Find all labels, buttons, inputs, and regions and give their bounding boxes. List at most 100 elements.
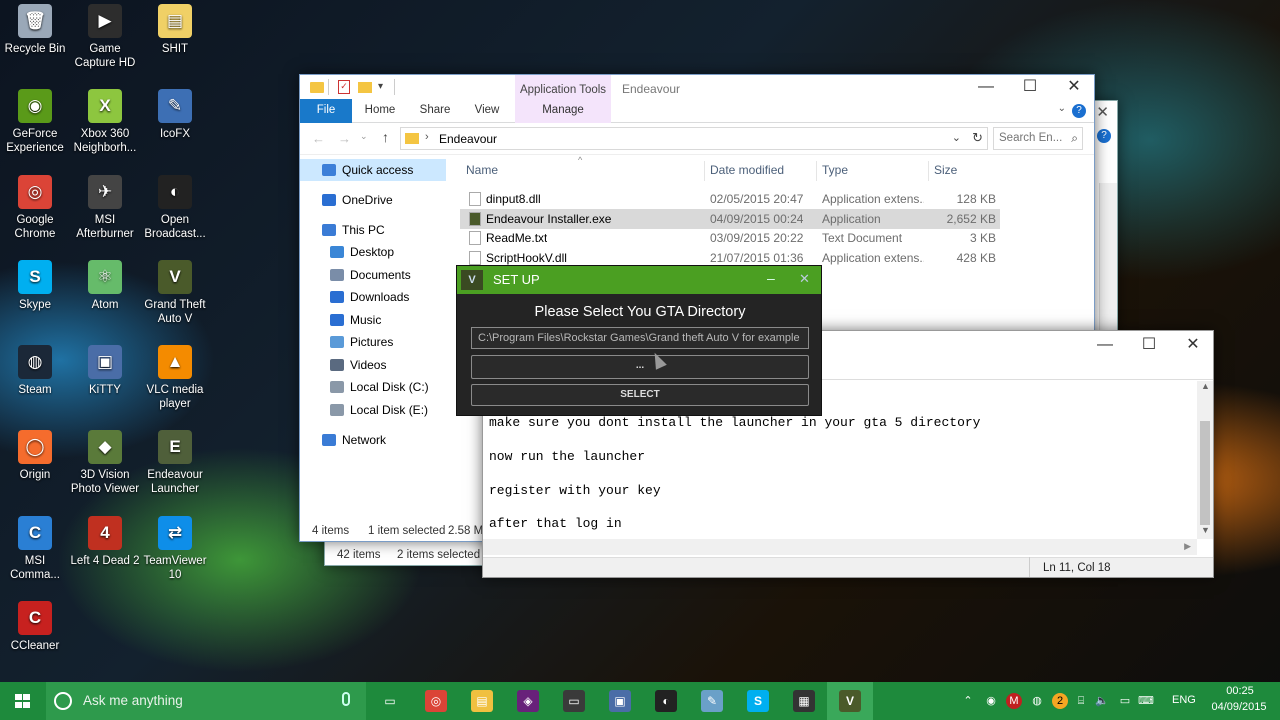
gta-icon[interactable]: V (839, 690, 861, 712)
breadcrumb[interactable]: Endeavour (439, 132, 497, 146)
desktop-icon[interactable]: ▲ VLC media player (140, 345, 210, 411)
directory-path-field[interactable] (471, 327, 809, 349)
help-icon[interactable]: ? (1097, 129, 1111, 143)
notepad-text-area[interactable]: make sure you dont install the launcher … (489, 415, 1189, 536)
circle-app-icon[interactable]: ◉ (983, 693, 999, 709)
desktop-icon[interactable]: ◆ 3D Vision Photo Viewer (70, 430, 140, 496)
setup-dialog[interactable]: V SET UP – ✕ Please Select You GTA Direc… (456, 265, 822, 416)
obs-icon[interactable]: ◐ (655, 690, 677, 712)
keyboard-icon[interactable]: ⌨ (1138, 693, 1154, 709)
desktop-icon[interactable]: ▣ KiTTY (70, 345, 140, 397)
search-box[interactable]: ⌕ (993, 127, 1083, 150)
desktop-icon[interactable]: X Xbox 360 Neighborh... (70, 89, 140, 155)
up-arrow-icon[interactable]: ↑ (382, 129, 389, 145)
select-button[interactable]: SELECT (471, 384, 809, 406)
action-center-icon[interactable]: ▭ (1117, 693, 1133, 709)
desktop-icon[interactable]: ⇄ TeamViewer 10 (140, 516, 210, 582)
network-tray-icon[interactable]: ⌸ (1073, 693, 1089, 709)
notepad-icon[interactable]: ✎ (701, 690, 723, 712)
setup-title-bar[interactable]: V SET UP – ✕ (457, 266, 821, 294)
column-type[interactable]: Type (822, 157, 848, 183)
desktop-icon[interactable]: ✈ MSI Afterburner (70, 175, 140, 241)
desktop-icon[interactable]: 🗑 Recycle Bin (0, 4, 70, 56)
tab-manage[interactable]: Manage (515, 99, 611, 123)
search-input[interactable] (994, 128, 1064, 148)
application-icon (469, 211, 481, 226)
network-app-icon[interactable]: ▣ (609, 690, 631, 712)
close-button[interactable]: ✕ (1171, 331, 1215, 361)
address-dropdown-icon[interactable]: ⌄ (952, 131, 961, 144)
column-date-modified[interactable]: Date modified (710, 157, 784, 183)
minimize-button[interactable]: — (1083, 331, 1127, 361)
file-explorer-icon[interactable]: ▤ (471, 690, 493, 712)
forward-arrow-icon[interactable]: → (338, 131, 351, 146)
language-indicator[interactable]: ENG (1172, 694, 1196, 706)
red-app-icon[interactable]: M (1006, 693, 1022, 709)
desktop-icon[interactable]: C MSI Comma... (0, 516, 70, 582)
notification-badge-icon[interactable]: 2 (1052, 693, 1068, 709)
close-button[interactable]: ✕ (799, 271, 810, 287)
recent-locations-icon[interactable]: ⌄ (360, 131, 368, 142)
file-date: 04/09/2015 00:24 (710, 211, 804, 226)
desktop-icon[interactable]: ◐ Open Broadcast... (140, 175, 210, 241)
browse-button[interactable]: ... (471, 355, 809, 379)
desktop-icon[interactable]: C CCleaner (0, 601, 70, 653)
desktop-icon[interactable]: ◉ GeForce Experience (0, 89, 70, 155)
maximize-button[interactable]: ☐ (1127, 331, 1171, 361)
tab-file[interactable]: File (300, 99, 352, 123)
file-row[interactable]: Endeavour Installer.exe 04/09/2015 00:24 A… (460, 208, 1000, 229)
film-icon[interactable]: ▦ (793, 690, 815, 712)
start-button[interactable] (0, 682, 46, 720)
desktop-icon[interactable]: S Skype (0, 260, 70, 312)
scroll-right-icon[interactable]: ▶ (1184, 541, 1191, 552)
desktop-icon[interactable]: V Grand Theft Auto V (140, 260, 210, 326)
chrome-icon[interactable]: ◎ (425, 690, 447, 712)
clock-time[interactable]: 00:25 (1210, 685, 1270, 697)
desktop-icon-label: Skype (19, 299, 51, 311)
taskbar: Ask me anything ▭ ◎ ▤ ◈ ▭ ▣ ◐ ✎ S ▦ V ⌃ ◉ M ◍ 2 ⌸ … (0, 682, 1280, 720)
desktop-icon[interactable]: ✎ IcoFX (140, 89, 210, 141)
search-icon: ⌕ (1071, 131, 1078, 145)
scroll-up-icon[interactable]: ▲ (1201, 381, 1210, 391)
desktop-icon[interactable]: ◎ Google Chrome (0, 175, 70, 241)
tab-view[interactable]: View (466, 99, 508, 123)
clock-date[interactable]: 04/09/2015 (1206, 701, 1272, 713)
file-row[interactable]: ReadMe.txt 03/09/2015 20:22 Text Document 3… (460, 228, 1000, 248)
scroll-thumb[interactable] (1200, 421, 1210, 525)
column-name[interactable]: Name (466, 157, 498, 183)
address-bar[interactable]: › Endeavour ⌄ ↻ (400, 127, 988, 150)
desktop-icon[interactable]: ◍ Steam (0, 345, 70, 397)
refresh-icon[interactable]: ↻ (972, 130, 983, 146)
minimize-button[interactable]: – (767, 270, 775, 286)
desktop-icon[interactable]: ◯ Origin (0, 430, 70, 482)
new-folder-icon[interactable] (358, 82, 372, 93)
vertical-scrollbar[interactable]: ▲ ▼ (1197, 381, 1213, 539)
horizontal-scrollbar[interactable]: ▶ (483, 539, 1197, 555)
desktop-icon[interactable]: ⚛ Atom (70, 260, 140, 312)
tab-share[interactable]: Share (412, 99, 458, 123)
window-icon[interactable]: ▭ (563, 690, 585, 712)
column-size[interactable]: Size (934, 157, 957, 183)
desktop-icon[interactable]: E Endeavour Launcher (140, 430, 210, 496)
help-icon[interactable]: ? (1072, 104, 1086, 118)
steam-tray-icon[interactable]: ◍ (1029, 693, 1045, 709)
visual-studio-icon[interactable]: ◈ (517, 690, 539, 712)
show-hidden-icons-icon[interactable]: ⌃ (960, 693, 976, 709)
close-icon[interactable]: ✕ (1096, 103, 1109, 121)
properties-icon[interactable]: ✓ (338, 80, 350, 94)
file-row[interactable]: dinput8.dll 02/05/2015 20:47 Application e… (460, 189, 1000, 209)
customize-toolbar-icon[interactable]: ▾ (378, 81, 383, 92)
desktop-icon[interactable]: ▤ SHIT (140, 4, 210, 56)
volume-icon[interactable]: 🔈 (1094, 693, 1110, 709)
cortana-search-box[interactable]: Ask me anything (46, 682, 366, 720)
tab-home[interactable]: Home (356, 99, 404, 123)
task-view-icon[interactable]: ▭ (379, 690, 401, 712)
back-arrow-icon[interactable]: ← (312, 131, 325, 146)
desktop-icon[interactable]: ▶ Game Capture HD (70, 4, 140, 70)
scroll-down-icon[interactable]: ▼ (1201, 525, 1210, 535)
skype-icon[interactable]: S (747, 690, 769, 712)
desktop-icon[interactable]: 4 Left 4 Dead 2 (70, 516, 140, 568)
ribbon-collapse-icon[interactable]: ⌄ (1058, 103, 1066, 114)
microphone-icon[interactable] (342, 692, 350, 706)
file-size: 428 KB (956, 251, 996, 266)
